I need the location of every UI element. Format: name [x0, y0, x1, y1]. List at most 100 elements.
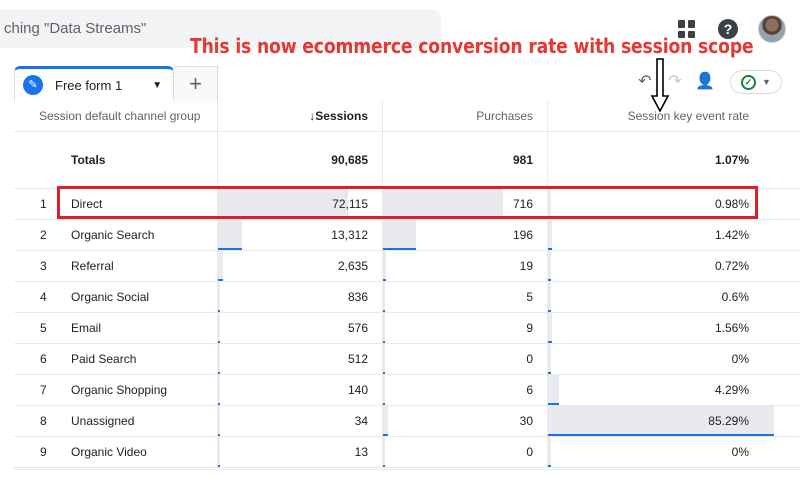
tab-free-form[interactable]: ✎ Free form 1 ▼ — [14, 66, 174, 101]
rate-value: 0.72% — [714, 259, 749, 273]
purchases-cell: 30 — [382, 406, 547, 436]
sessions-value: 13 — [354, 445, 368, 459]
sessions-cell: 13,312 — [217, 220, 382, 250]
row-index: 8 — [40, 414, 47, 428]
rate-value: 0.6% — [721, 290, 749, 304]
table-row[interactable]: 7 Organic Shopping 140 6 4.29% — [14, 375, 800, 406]
purchases-bar — [383, 375, 385, 405]
channel-label: Organic Shopping — [71, 383, 168, 397]
header-sessions[interactable]: ↓ Sessions — [217, 101, 382, 131]
table-row[interactable]: 4 Organic Social 836 5 0.6% — [14, 282, 800, 313]
rate-value: 4.29% — [714, 383, 749, 397]
report-table: Session default channel group ↓ Sessions… — [14, 101, 800, 468]
rate-cell: 0% — [547, 437, 774, 467]
add-tab-button[interactable]: + — [174, 66, 218, 101]
totals-label: Totals — [71, 153, 106, 167]
purchases-value: 9 — [526, 321, 533, 335]
sessions-bar — [218, 437, 220, 467]
purchases-value: 0 — [526, 445, 533, 459]
rate-cell: 0.72% — [547, 251, 774, 281]
channel-label: Unassigned — [71, 414, 135, 428]
purchases-cell: 0 — [382, 437, 547, 467]
rate-cell: 0.6% — [547, 282, 774, 312]
chevron-down-icon[interactable]: ▼ — [152, 80, 162, 91]
channel-label: Referral — [71, 259, 114, 273]
rate-bar — [548, 344, 551, 374]
row-index: 5 — [40, 321, 47, 335]
row-index: 9 — [40, 445, 47, 459]
channel-label: Organic Video — [71, 445, 147, 459]
purchases-value: 6 — [526, 383, 533, 397]
rate-cell: 0% — [547, 344, 774, 374]
table-row[interactable]: 8 Unassigned 34 30 85.29% — [14, 406, 800, 437]
channel-cell: 2 Organic Search — [14, 220, 217, 250]
rate-bar — [548, 282, 551, 312]
table-row[interactable]: 5 Email 576 9 1.56% — [14, 313, 800, 344]
row-index: 1 — [40, 197, 47, 211]
purchases-bar — [383, 313, 385, 343]
table-header: Session default channel group ↓ Sessions… — [14, 101, 800, 132]
row-index: 2 — [40, 228, 47, 242]
channel-cell: 4 Organic Social — [14, 282, 217, 312]
purchases-value: 19 — [519, 259, 533, 273]
sessions-cell: 34 — [217, 406, 382, 436]
table-row[interactable]: 9 Organic Video 13 0 0% — [14, 437, 800, 468]
channel-label: Organic Social — [71, 290, 150, 304]
purchases-value: 0 — [526, 352, 533, 366]
rate-bar — [548, 220, 552, 250]
sessions-cell: 140 — [217, 375, 382, 405]
rate-cell: 1.42% — [547, 220, 774, 250]
purchases-cell: 9 — [382, 313, 547, 343]
rate-bar — [548, 313, 553, 343]
header-dimension[interactable]: Session default channel group — [14, 101, 217, 131]
tab-label: Free form 1 — [55, 77, 123, 93]
avatar[interactable] — [758, 15, 786, 43]
rate-bar — [548, 375, 560, 405]
header-sessions-label: Sessions — [315, 109, 368, 123]
purchases-value: 196 — [512, 228, 533, 242]
chevron-down-icon: ▼ — [762, 77, 771, 87]
table-row[interactable]: 6 Paid Search 512 0 0% — [14, 344, 800, 375]
header-purchases[interactable]: Purchases — [382, 101, 547, 131]
totals-rate: 1.07% — [714, 153, 749, 167]
channel-cell: 6 Paid Search — [14, 344, 217, 374]
rate-cell: 85.29% — [547, 406, 774, 436]
sessions-cell: 576 — [217, 313, 382, 343]
totals-sessions: 90,685 — [331, 153, 368, 167]
sessions-cell: 2,635 — [217, 251, 382, 281]
rate-value: 0% — [731, 352, 749, 366]
rate-cell: 1.56% — [547, 313, 774, 343]
purchases-bar — [383, 282, 385, 312]
purchases-value: 30 — [519, 414, 533, 428]
rate-value: 1.56% — [714, 321, 749, 335]
share-user-icon[interactable]: 👤 — [694, 72, 716, 92]
tab-strip: ✎ Free form 1 ▼ + — [14, 66, 218, 101]
purchases-cell: 6 — [382, 375, 547, 405]
sessions-value: 34 — [354, 414, 368, 428]
sessions-bar — [218, 375, 220, 405]
channel-cell: 3 Referral — [14, 251, 217, 281]
purchases-bar — [383, 344, 385, 374]
sessions-cell: 836 — [217, 282, 382, 312]
rate-bar — [548, 437, 551, 467]
channel-cell: 7 Organic Shopping — [14, 375, 217, 405]
purchases-bar — [383, 220, 416, 250]
header-rate[interactable]: Session key event rate — [547, 101, 774, 131]
rate-cell: 4.29% — [547, 375, 774, 405]
status-chip[interactable]: ✓ ▼ — [730, 70, 782, 94]
sessions-cell: 512 — [217, 344, 382, 374]
sessions-cell: 13 — [217, 437, 382, 467]
purchases-cell: 5 — [382, 282, 547, 312]
rate-value: 85.29% — [708, 414, 749, 428]
sessions-bar — [218, 282, 220, 312]
purchases-value: 5 — [526, 290, 533, 304]
row-index: 4 — [40, 290, 47, 304]
purchases-cell: 0 — [382, 344, 547, 374]
table-row[interactable]: 2 Organic Search 13,312 196 1.42% — [14, 220, 800, 251]
table-row[interactable]: 3 Referral 2,635 19 0.72% — [14, 251, 800, 282]
rate-value: 1.42% — [714, 228, 749, 242]
purchases-bar — [383, 406, 389, 436]
totals-purchases: 981 — [512, 153, 533, 167]
channel-cell: 8 Unassigned — [14, 406, 217, 436]
channel-cell: 9 Organic Video — [14, 437, 217, 467]
